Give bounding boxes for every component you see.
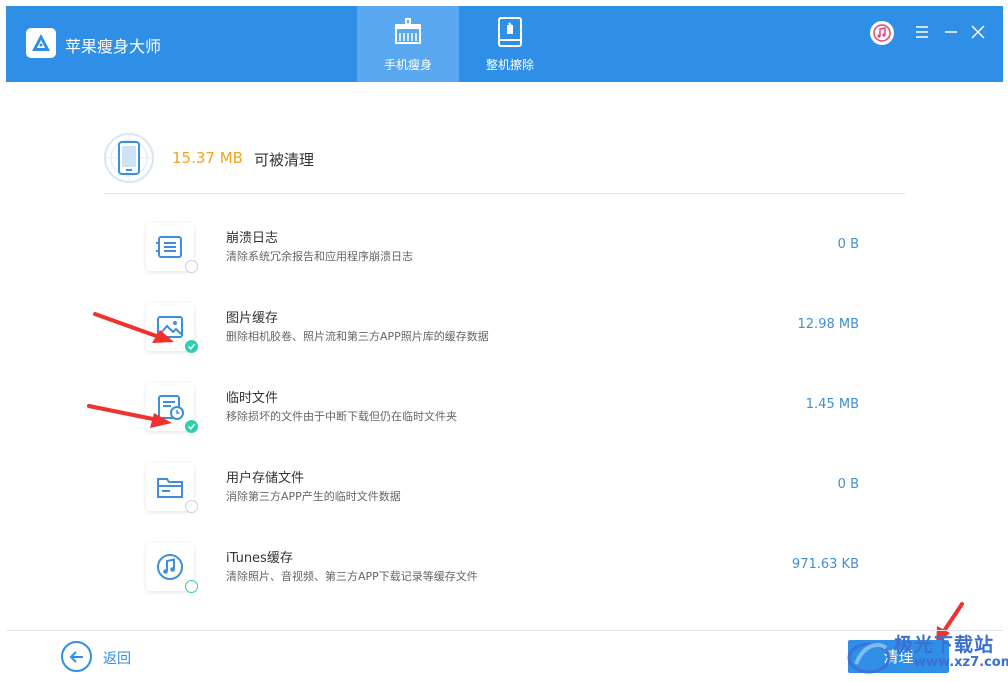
item-checkbox-checked[interactable] (185, 420, 198, 433)
item-size: 0 B (837, 237, 859, 252)
app-window: 苹果瘦身大师 手机瘦身 整机擦除 15.37 MB 可被清理 崩溃日志 清除系统… (0, 0, 1008, 682)
item-size: 12.98 MB (797, 317, 859, 332)
back-button[interactable] (61, 641, 92, 672)
app-logo-icon (26, 28, 56, 58)
list-item-crash-log[interactable]: 崩溃日志 清除系统冗余报告和应用程序崩溃日志 0 B (146, 223, 866, 283)
watermark-logo-icon (847, 642, 891, 674)
tab-erase[interactable]: 整机擦除 (459, 6, 561, 82)
item-checkbox[interactable] (185, 580, 198, 593)
item-title: 崩溃日志 (226, 231, 279, 246)
phone-scan-icon (103, 132, 155, 184)
cleanable-label: 可被清理 (254, 151, 315, 169)
item-title: iTunes缓存 (226, 551, 293, 566)
list-item-itunes-cache[interactable]: iTunes缓存 清除照片、音视频、第三方APP下载记录等缓存文件 971.63… (146, 543, 866, 603)
list-item-temp-files[interactable]: 临时文件 移除损坏的文件由于中断下载但仍在临时文件夹 1.45 MB (146, 383, 866, 443)
menu-icon[interactable] (912, 22, 932, 42)
tab-phone-slim[interactable]: 手机瘦身 (357, 6, 459, 82)
app-title: 苹果瘦身大师 (65, 37, 162, 56)
broom-icon (392, 16, 424, 48)
arrow-left-icon (69, 650, 83, 663)
item-checkbox-checked[interactable] (185, 340, 198, 353)
watermark: 极光下载站 www.xz7.com (842, 628, 1008, 682)
item-description: 清除照片、音视频、第三方APP下载记录等缓存文件 (226, 570, 478, 583)
itunes-icon[interactable] (870, 21, 894, 45)
item-title: 用户存储文件 (226, 471, 305, 486)
close-icon[interactable] (968, 22, 988, 42)
item-size: 971.63 KB (791, 557, 859, 572)
item-description: 清除系统冗余报告和应用程序崩溃日志 (226, 250, 413, 263)
item-checkbox[interactable] (185, 260, 198, 273)
item-title: 临时文件 (226, 391, 279, 406)
divider (104, 193, 905, 194)
item-size: 0 B (837, 477, 859, 492)
cleanable-size: 15.37 MB (172, 149, 243, 167)
tab-label: 手机瘦身 (383, 58, 432, 72)
annotation-arrow-icon (87, 404, 172, 428)
item-title: 图片缓存 (226, 311, 279, 326)
watermark-text: 极光下载站 (894, 634, 995, 656)
back-label[interactable]: 返回 (103, 648, 131, 668)
item-size: 1.45 MB (805, 397, 859, 412)
list-item-image-cache[interactable]: 图片缓存 删除相机胶卷、照片流和第三方APP照片库的缓存数据 12.98 MB (146, 303, 866, 363)
item-description: 消除第三方APP产生的临时文件数据 (226, 490, 401, 503)
minimize-icon[interactable] (941, 22, 961, 42)
list-item-user-storage[interactable]: 用户存储文件 消除第三方APP产生的临时文件数据 0 B (146, 463, 866, 523)
tab-label: 整机擦除 (485, 58, 534, 72)
title-bar: 苹果瘦身大师 手机瘦身 整机擦除 (6, 6, 1003, 82)
item-description: 删除相机胶卷、照片流和第三方APP照片库的缓存数据 (226, 330, 489, 343)
phone-erase-icon (494, 16, 526, 48)
annotation-arrow-icon (93, 312, 174, 343)
item-description: 移除损坏的文件由于中断下载但仍在临时文件夹 (226, 410, 457, 423)
item-checkbox[interactable] (185, 500, 198, 513)
watermark-url: www.xz7.com (914, 655, 1008, 670)
